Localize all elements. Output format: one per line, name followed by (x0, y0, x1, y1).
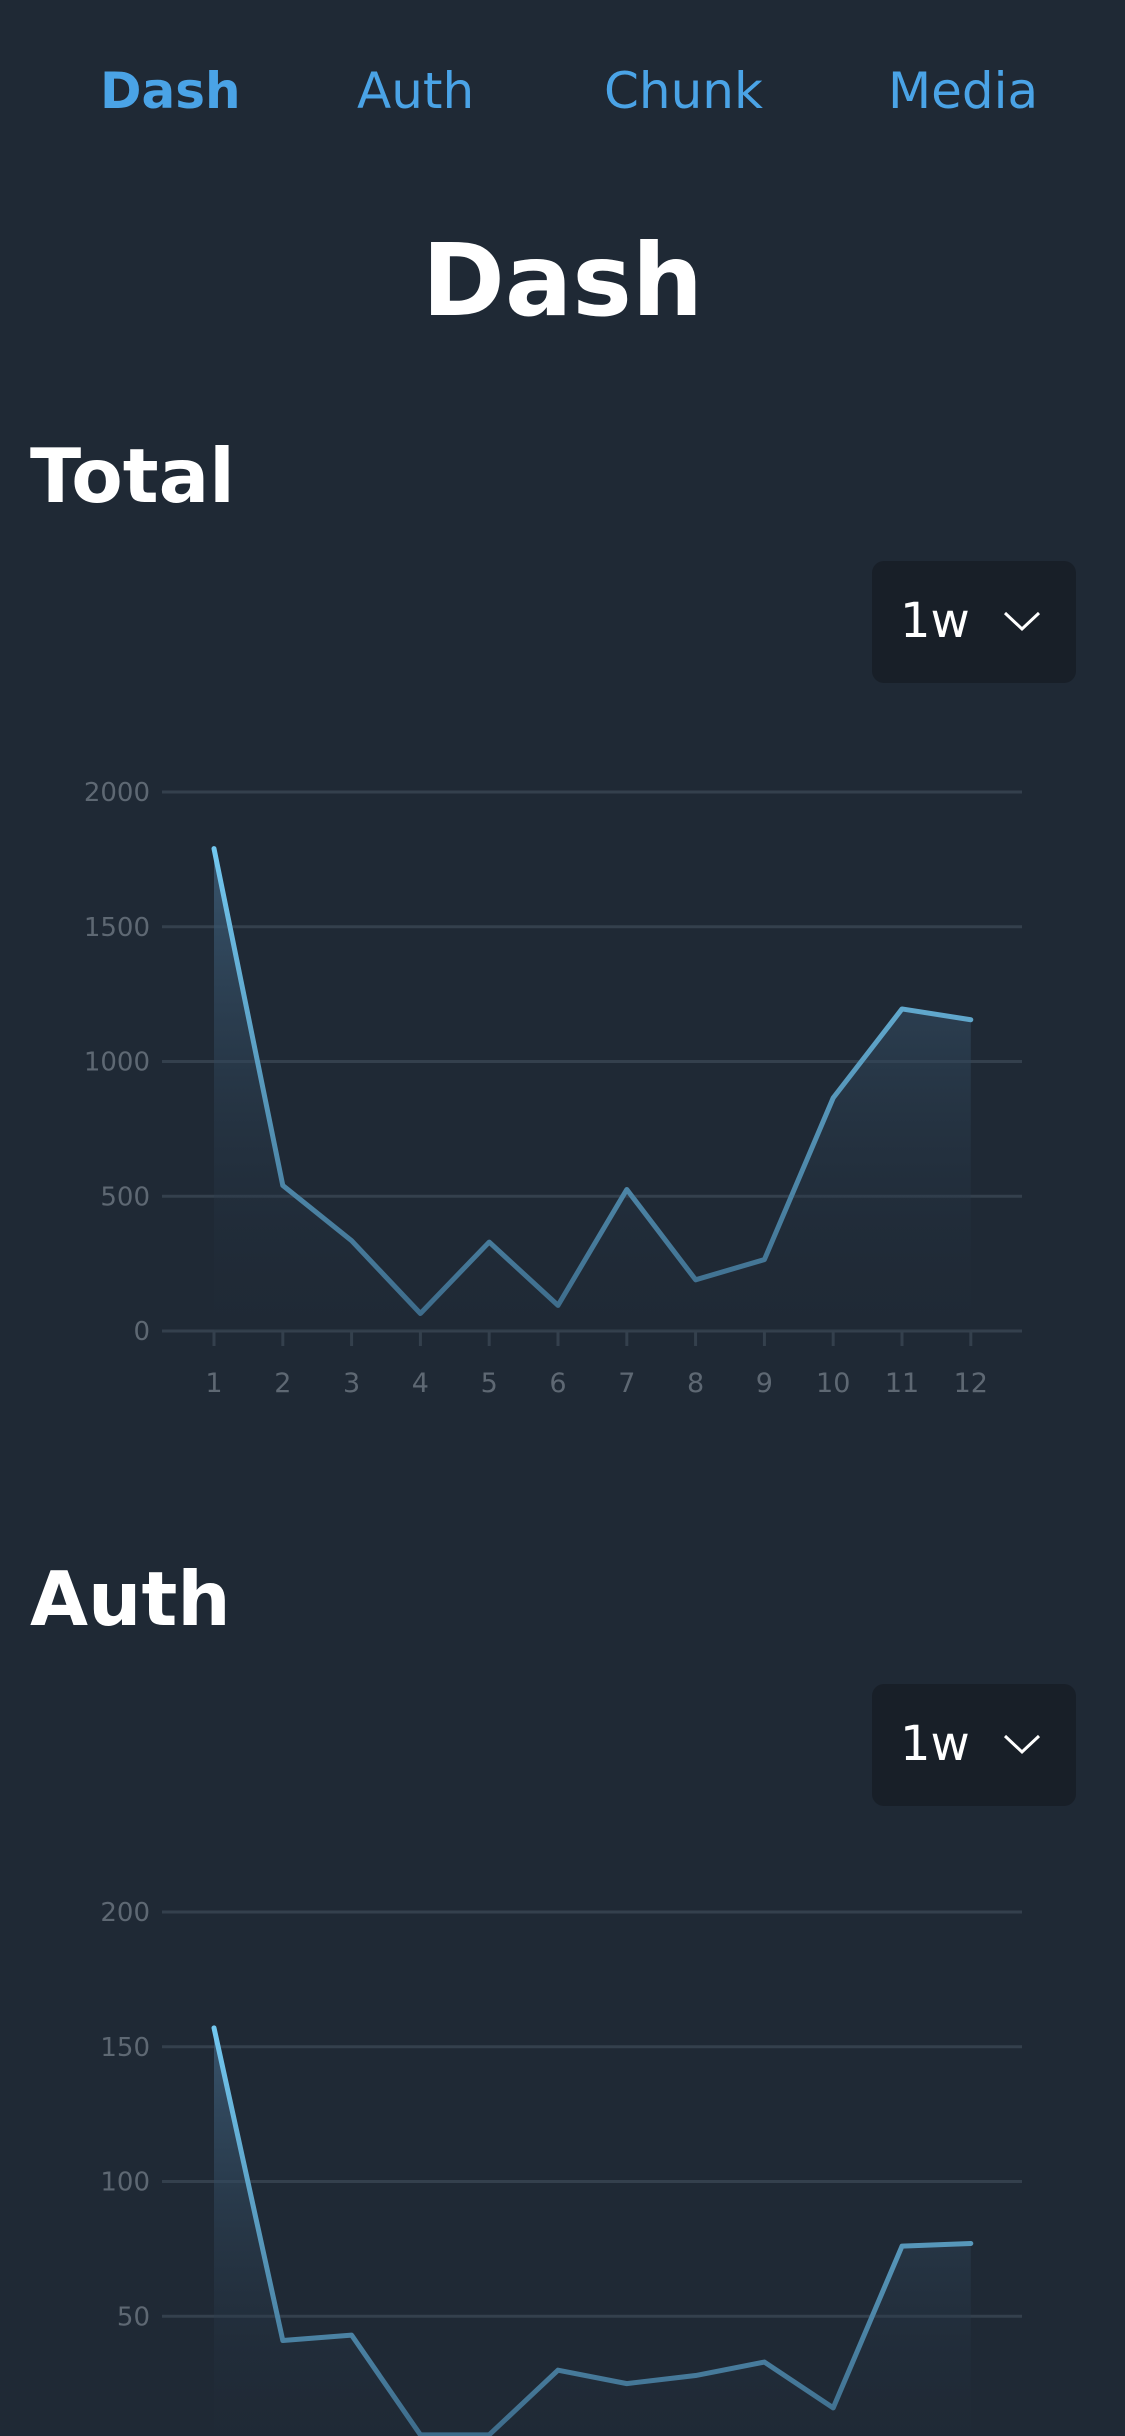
data-point (280, 1183, 285, 1188)
x-tick-label: 1 (205, 1368, 222, 1399)
data-point (349, 2333, 354, 2338)
data-point (968, 1017, 973, 1022)
y-tick-label: 2000 (84, 778, 150, 808)
data-point (624, 1187, 629, 1192)
data-point (418, 1311, 423, 1316)
section-title-auth: Auth (30, 1555, 231, 1643)
chart-auth: 50 100 150 200 (100, 1898, 1022, 2436)
data-point (762, 1257, 767, 1262)
data-point (487, 1240, 492, 1245)
data-point (556, 2368, 561, 2373)
x-tick-label: 12 (954, 1368, 988, 1399)
data-point (212, 2025, 217, 2030)
x-tick-label: 4 (412, 1368, 429, 1399)
section-title-total: Total (30, 432, 235, 520)
nav-tab-auth[interactable]: Auth (357, 62, 474, 120)
chevron-down-icon (1003, 1734, 1041, 1755)
nav-tab-media[interactable]: Media (888, 62, 1038, 120)
data-point (212, 846, 217, 851)
x-tick-label: 6 (549, 1368, 566, 1399)
range-select-value: 1w (900, 1716, 970, 1772)
x-tick-label: 8 (687, 1368, 704, 1399)
y-tick-label: 500 (100, 1182, 150, 1212)
chevron-down-icon (1003, 611, 1041, 632)
y-tick-label: 150 (100, 2033, 150, 2063)
y-tick-label: 50 (117, 2302, 150, 2332)
series-area (214, 848, 971, 1331)
data-point (693, 2373, 698, 2378)
y-tick-label: 100 (100, 2168, 150, 2198)
y-tick-label: 0 (133, 1317, 150, 1347)
x-tick-label: 3 (343, 1368, 360, 1399)
page-title: Dash (421, 222, 704, 339)
top-nav: Dash Auth Chunk Media (0, 0, 1125, 200)
y-tick-label: 1500 (84, 913, 150, 943)
data-point (831, 1095, 836, 1100)
range-select-auth[interactable]: 1w (872, 1684, 1076, 1806)
data-point (968, 2241, 973, 2246)
nav-tab-chunk[interactable]: Chunk (604, 62, 763, 120)
x-tick-label: 9 (756, 1368, 773, 1399)
nav-tab-dash[interactable]: Dash (100, 62, 241, 120)
x-tick-label: 10 (816, 1368, 850, 1399)
data-point (349, 1238, 354, 1243)
x-tick-label: 11 (885, 1368, 919, 1399)
range-select-value: 1w (900, 593, 970, 649)
data-point (693, 1277, 698, 1282)
data-point (900, 2244, 905, 2249)
x-tick-label: 5 (481, 1368, 498, 1399)
range-select-total[interactable]: 1w (872, 561, 1076, 683)
x-tick-label: 7 (618, 1368, 635, 1399)
data-point (280, 2338, 285, 2343)
data-point (556, 1303, 561, 1308)
y-tick-label: 200 (100, 1898, 150, 1928)
x-tick-label: 2 (274, 1368, 291, 1399)
data-point (831, 2405, 836, 2410)
data-point (900, 1006, 905, 1011)
y-tick-label: 1000 (84, 1048, 150, 1078)
chart-total: 05001000150020001 2 3 4 5 6 7 8 9 10 11 12 (84, 778, 1022, 1399)
data-point (762, 2360, 767, 2365)
data-point (624, 2381, 629, 2386)
